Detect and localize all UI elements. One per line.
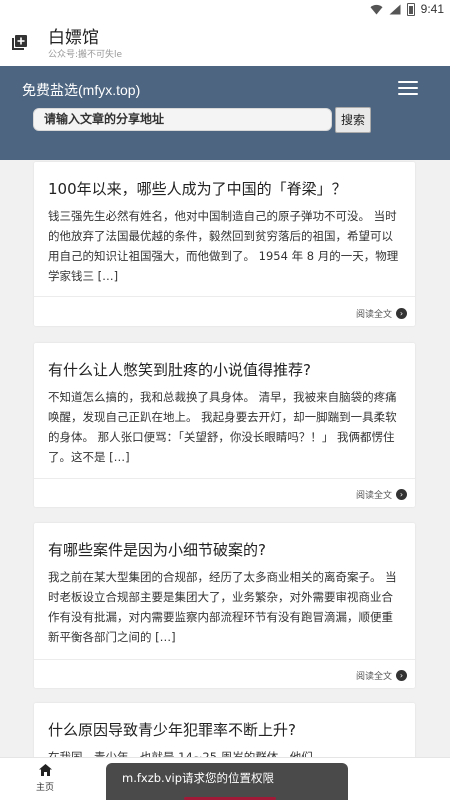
read-more-label: 阅读全文 (355, 310, 392, 320)
article-title[interactable]: 有哪些案件是因为小细节破案的? (48, 539, 266, 560)
read-more-link[interactable]: 阅读全文 › (356, 488, 407, 501)
chevron-right-icon: › (396, 670, 407, 681)
article-excerpt: 我之前在某大型集团的合规部，经历了太多商业相关的离奇案子。 当时老板设立合规部主… (48, 570, 397, 644)
hamburger-menu-icon[interactable] (398, 81, 418, 95)
status-icons: 9:41 (370, 2, 444, 16)
nav-home[interactable]: 主页 (30, 764, 60, 793)
article-card[interactable]: 有什么让人憋笑到肚疼的小说值得推荐? 不知道怎么搞的，我和总裁换了具身体。 清早… (34, 343, 415, 507)
article-title[interactable]: 100年以来，哪些人成为了中国的「脊梁」？ (48, 178, 347, 199)
read-more-label: 阅读全文 (355, 672, 392, 682)
card-divider (34, 296, 415, 297)
read-more-link[interactable]: 阅读全文 › (356, 669, 407, 682)
article-title[interactable]: 有什么让人憋笑到肚疼的小说值得推荐? (48, 359, 311, 380)
app-subtitle: 公众号:搬不可失le (48, 50, 123, 60)
battery-icon (406, 2, 415, 16)
article-card[interactable]: 100年以来，哪些人成为了中国的「脊梁」？ 钱三强先生必然有姓名，他对中国制造自… (34, 162, 415, 326)
app-title: 白嫖馆 (48, 28, 99, 48)
toast-text: m.fxzb.vip请求您的位置权限 (122, 771, 275, 785)
read-more-label: 阅读全文 (355, 491, 392, 501)
search-button[interactable]: 搜索 (335, 107, 371, 133)
app-header: 白嫖馆 公众号:搬不可失le (0, 20, 450, 66)
wifi-icon (370, 4, 383, 15)
signal-icon (389, 4, 401, 14)
site-banner: 免费盐选(mfyx.top) 请输入文章的分享地址 搜索 (0, 66, 450, 160)
article-title[interactable]: 什么原因导致青少年犯罪率不断上升? (48, 719, 296, 740)
home-icon (38, 764, 52, 776)
article-excerpt: 不知道怎么搞的，我和总裁换了具身体。 清早，我被来自脑袋的疼痛唤醒，发现自己正趴… (48, 390, 397, 464)
add-bookmark-icon[interactable] (12, 35, 27, 50)
article-card[interactable]: 什么原因导致青少年犯罪率不断上升? 在我国，青少年，也就是 14~25 周岁的群… (34, 703, 415, 764)
nav-home-label: 主页 (35, 783, 54, 793)
chevron-right-icon: › (396, 489, 407, 500)
site-title[interactable]: 免费盐选(mfyx.top) (22, 80, 140, 100)
article-excerpt: 钱三强先生必然有姓名，他对中国制造自己的原子弹功不可没。 当时的他放弃了法国最优… (48, 209, 399, 283)
card-divider (34, 478, 415, 479)
read-more-link[interactable]: 阅读全文 › (356, 307, 407, 320)
location-permission-toast[interactable]: m.fxzb.vip请求您的位置权限 (106, 763, 348, 800)
article-card[interactable]: 有哪些案件是因为小细节破案的? 我之前在某大型集团的合规部，经历了太多商业相关的… (34, 523, 415, 688)
search-input[interactable]: 请输入文章的分享地址 (33, 108, 332, 131)
clock: 9:41 (420, 2, 444, 16)
card-divider (34, 659, 415, 660)
status-bar: 9:41 (0, 0, 450, 20)
chevron-right-icon: › (396, 308, 407, 319)
